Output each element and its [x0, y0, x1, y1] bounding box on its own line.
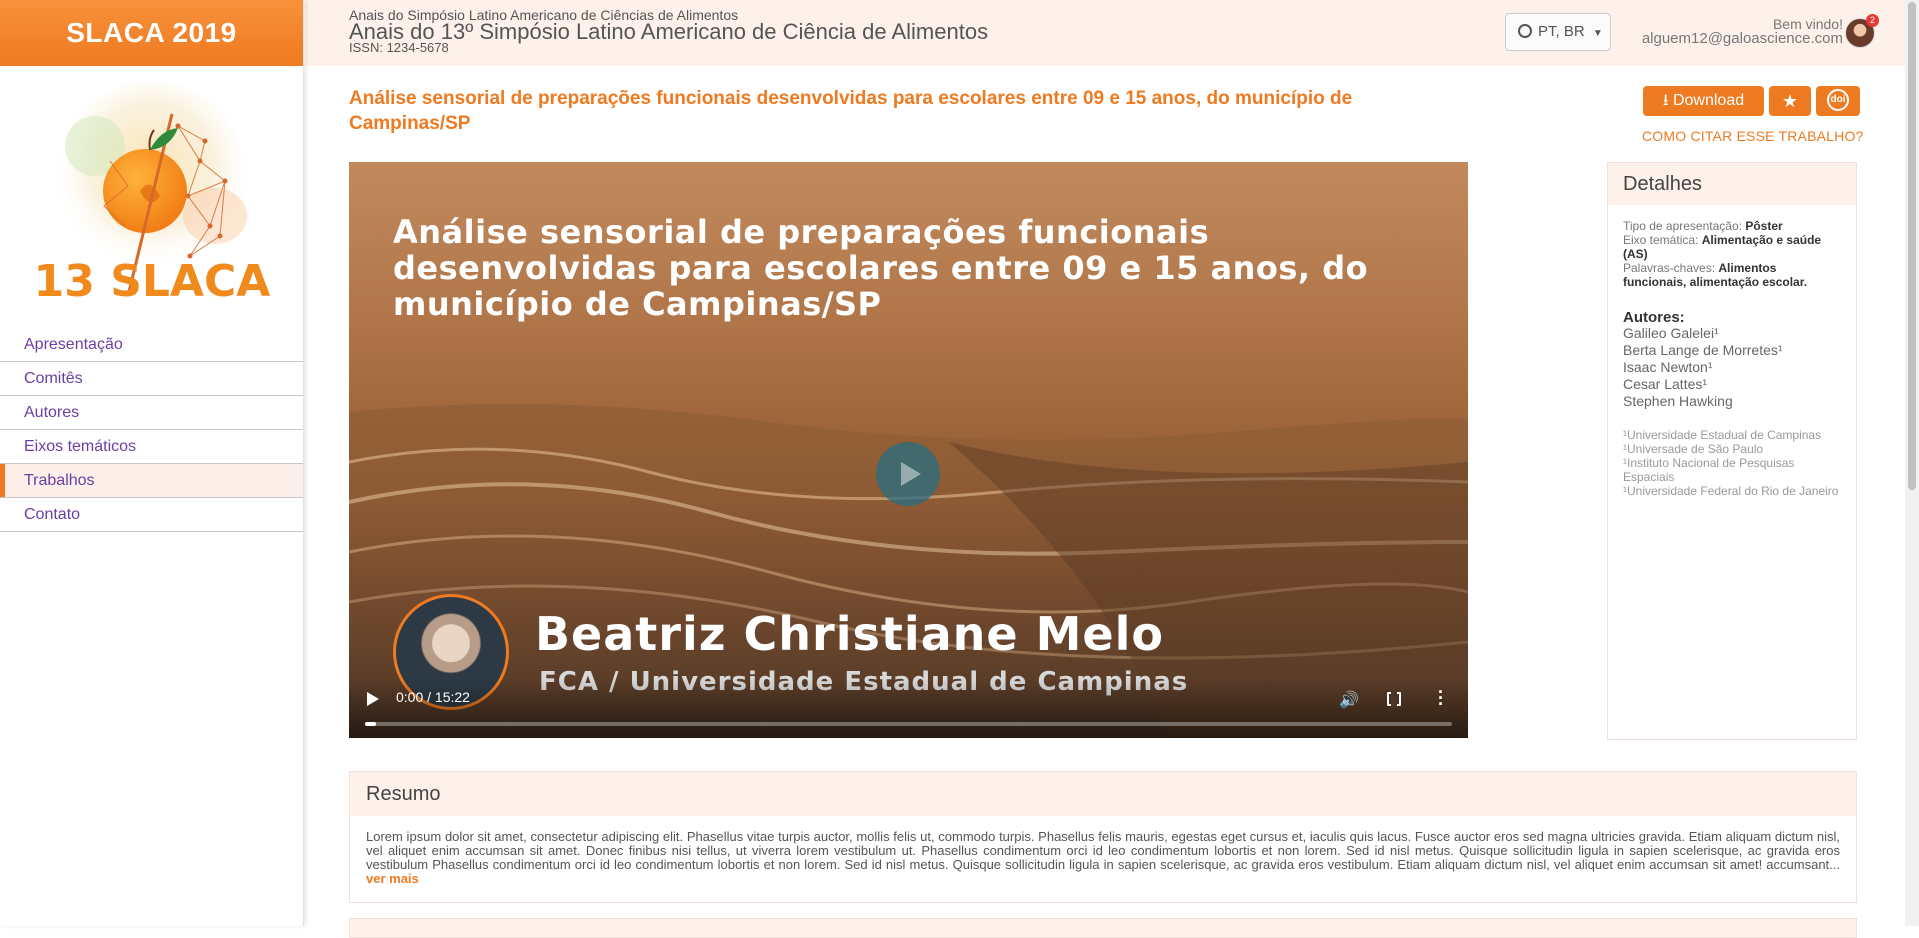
cite-link[interactable]: COMO CITAR ESSE TRABALHO?	[1642, 128, 1864, 144]
affiliation-item: ¹Universidade Federal do Rio de Janeiro	[1623, 484, 1839, 498]
volume-icon[interactable]: 🔊	[1339, 690, 1359, 710]
logo-text: 13 SLACA	[34, 256, 271, 307]
read-more-link[interactable]: ver mais	[366, 871, 419, 886]
download-label: Download	[1672, 92, 1745, 109]
download-button[interactable]: ⭳ Download	[1643, 86, 1764, 116]
language-value: PT, BR	[1538, 23, 1585, 40]
sidebar-nav: Apresentação Comitês Autores Eixos temát…	[0, 328, 303, 532]
affiliation-item: ¹Universidade Estadual de Campinas	[1623, 428, 1822, 442]
video-progress-fill	[365, 722, 376, 726]
sidebar-item-autores[interactable]: Autores	[0, 396, 303, 430]
notification-badge[interactable]: 2	[1866, 14, 1879, 27]
user-email: alguem12@galoascience.com	[1641, 30, 1843, 47]
event-logo[interactable]: 13 SLACA	[0, 66, 303, 316]
abstract-body: Lorem ipsum dolor sit amet, consectetur …	[350, 816, 1856, 900]
play-icon[interactable]	[367, 692, 379, 706]
abstract-panel: Resumo Lorem ipsum dolor sit amet, conse…	[349, 771, 1857, 903]
paper-title: Análise sensorial de preparações funcion…	[349, 88, 1353, 134]
globe-icon	[1518, 24, 1532, 38]
details-heading: Detalhes	[1608, 163, 1856, 205]
affiliation-item: ¹Instituto Nacional de Pesquisas Espacia…	[1623, 456, 1795, 484]
author-item[interactable]: Berta Lange de Morretes¹	[1623, 342, 1841, 359]
fullscreen-icon[interactable]	[1387, 690, 1401, 708]
favorite-button[interactable]: ★	[1769, 86, 1811, 116]
sidebar-item-trabalhos[interactable]: Trabalhos	[0, 464, 303, 498]
sidebar-item-eixos[interactable]: Eixos temáticos	[0, 430, 303, 464]
video-progress-bar[interactable]	[365, 722, 1452, 726]
page-scrollbar[interactable]	[1905, 0, 1919, 926]
brand-title[interactable]: SLACA 2019	[0, 0, 303, 66]
language-selector[interactable]: PT, BR ▼	[1505, 13, 1611, 51]
details-panel: Detalhes Tipo de apresentação: Pôster Ei…	[1607, 162, 1857, 740]
tipo-value: Pôster	[1745, 219, 1783, 233]
doi-icon: doi	[1827, 89, 1849, 111]
doi-button[interactable]: doi	[1816, 86, 1860, 116]
header-issn: ISSN: 1234-5678	[349, 40, 449, 55]
sidebar-item-apresentacao[interactable]: Apresentação	[0, 328, 303, 362]
download-icon: ⭳	[1662, 92, 1669, 109]
top-header: Anais do Simpósio Latino Americano de Ci…	[305, 0, 1905, 66]
sidebar-item-comites[interactable]: Comitês	[0, 362, 303, 396]
more-options-icon[interactable]: · · ·	[1437, 683, 1445, 713]
palavras-label: Palavras-chaves:	[1623, 261, 1716, 275]
author-item[interactable]: Galileo Galelei¹	[1623, 325, 1841, 342]
abstract-text: Lorem ipsum dolor sit amet, consectetur …	[366, 829, 1840, 872]
logo-graphic: 13 SLACA	[34, 81, 271, 307]
scrollbar-thumb[interactable]	[1908, 2, 1916, 490]
abstract-heading: Resumo	[350, 772, 1856, 816]
sidebar: SLACA 2019 13 SLACA Apresentação Comitês…	[0, 0, 304, 926]
affiliation-item: ¹Universade de São Paulo	[1623, 442, 1764, 456]
video-time: 0:00 / 15:22	[396, 689, 470, 705]
tipo-label: Tipo de apresentação:	[1623, 219, 1742, 233]
star-icon: ★	[1781, 91, 1799, 111]
eixo-label: Eixo temática:	[1623, 233, 1699, 247]
affiliations-list: ¹Universidade Estadual de Campinas ¹Univ…	[1623, 428, 1841, 498]
user-menu[interactable]: Bem vindo! alguem12@galoascience.com 2	[1605, 14, 1905, 48]
video-controls: 0:00 / 15:22 🔊 · · ·	[349, 678, 1468, 738]
big-play-icon[interactable]	[876, 442, 940, 506]
author-item[interactable]: Cesar Lattes¹	[1623, 376, 1841, 393]
video-title: Análise sensorial de preparações funcion…	[393, 213, 1369, 323]
author-item[interactable]: Isaac Newton¹	[1623, 359, 1841, 376]
author-item[interactable]: Stephen Hawking	[1623, 393, 1841, 410]
caret-down-icon: ▼	[1592, 28, 1603, 39]
video-player[interactable]: Análise sensorial de preparações funcion…	[349, 162, 1468, 738]
next-section-card	[349, 918, 1857, 938]
authors-heading: Autores:	[1623, 309, 1685, 326]
sidebar-item-contato[interactable]: Contato	[0, 498, 303, 532]
presenter-name: Beatriz Christiane Melo	[535, 607, 1164, 661]
